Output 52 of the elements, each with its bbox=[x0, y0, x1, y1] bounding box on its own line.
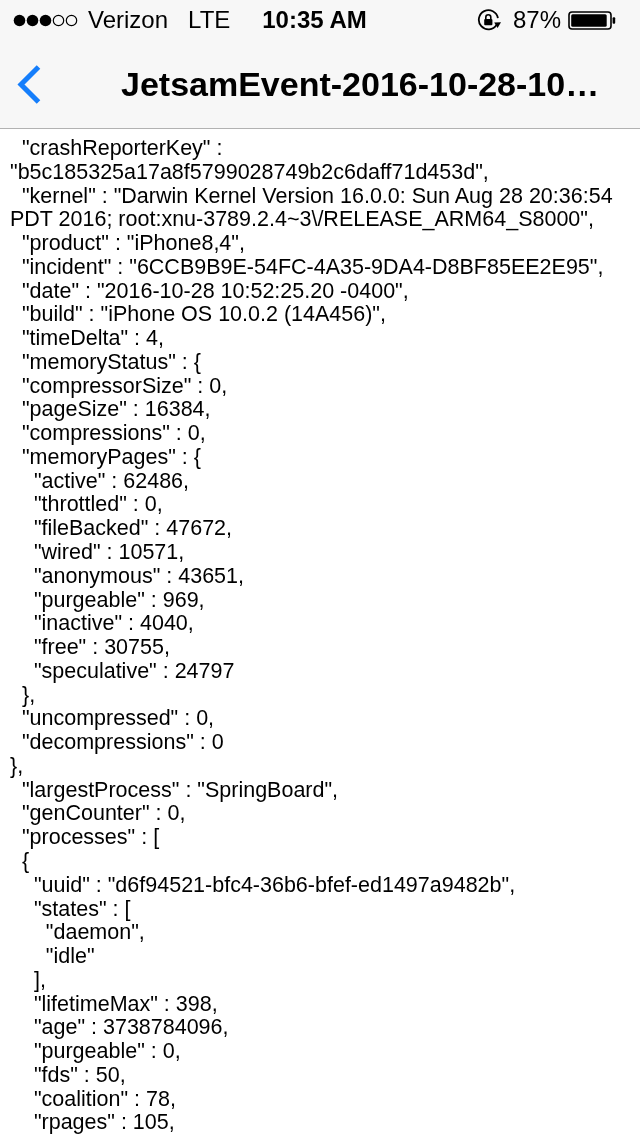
code-line: "coalition" : 78, bbox=[33, 1087, 176, 1112]
code-line: "product" : "iPhone8,4", bbox=[21, 232, 245, 256]
code-line: "compressions" : 0, bbox=[21, 422, 206, 446]
code-line: "rpages" : 105, bbox=[33, 1111, 175, 1136]
battery-percentage: 87% bbox=[512, 6, 561, 34]
code-line: "inactive" : 4040, bbox=[33, 612, 194, 637]
code-line: "uuid" : "d6f94521-bfc4-36b6-bfef-ed1497a9482b", bbox=[33, 873, 516, 898]
battery-icon bbox=[568, 10, 616, 30]
code-line: "compressorSize" : 0, bbox=[21, 374, 228, 399]
code-line: "b5c185325a17a8f5799028749b2c6daff71d453d", bbox=[10, 160, 489, 185]
code-line: "free" : 30755, bbox=[33, 636, 170, 660]
code-line: "purgeable" : 969, bbox=[33, 588, 205, 613]
code-line: "daemon", bbox=[45, 921, 145, 946]
code-line: "timeDelta" : 4, bbox=[21, 327, 164, 351]
network-type: LTE bbox=[188, 6, 231, 34]
code-line: { bbox=[21, 849, 30, 874]
code-line: "uncompressed" : 0, bbox=[21, 707, 215, 732]
status-time: 10:35 AM bbox=[262, 6, 367, 34]
code-line: "build" : "iPhone OS 10.0.2 (14A456)", bbox=[21, 303, 386, 328]
code-line: ], bbox=[33, 968, 46, 993]
code-line: "kernel" : "Darwin Kernel Version 16.0.0: Sun Aug 28 20:36:54 bbox=[21, 184, 613, 209]
code-line: "speculative" : 24797 bbox=[33, 659, 235, 684]
code-line: "largestProcess" : "SpringBoard", bbox=[21, 778, 339, 803]
code-line: }, bbox=[10, 754, 24, 779]
code-line: "decompressions" : 0 bbox=[21, 731, 224, 755]
code-line: "idle" bbox=[45, 945, 95, 969]
code-line: PDT 2016; root:xnu-3789.2.4~3\/RELEASE_ARM64_S8000", bbox=[10, 208, 594, 233]
code-line: "processes" : [ bbox=[21, 826, 160, 850]
code-line: "crashReporterKey" : bbox=[21, 137, 223, 161]
orientation-lock-icon bbox=[476, 9, 502, 31]
code-line: "memoryStatus" : { bbox=[21, 350, 201, 375]
code-line: "wired" : 10571, bbox=[33, 541, 185, 565]
code-line: "fileBacked" : 47672, bbox=[33, 517, 233, 541]
back-button[interactable] bbox=[16, 63, 42, 105]
code-line: "age" : 3738784096, bbox=[33, 1016, 229, 1041]
code-line: "lifetimeMax" : 398, bbox=[33, 992, 218, 1017]
carrier-name: Verizon bbox=[88, 6, 169, 34]
page-title: JetsamEvent-2016-10-28-10… bbox=[121, 64, 600, 104]
code-line: "genCounter" : 0, bbox=[21, 802, 186, 827]
code-line: "active" : 62486, bbox=[33, 469, 189, 494]
signal-strength-icon bbox=[13, 13, 78, 27]
code-line: }, bbox=[21, 683, 36, 708]
code-line: "throttled" : 0, bbox=[33, 493, 163, 518]
code-line: "pageSize" : 16384, bbox=[21, 398, 211, 423]
code-line: "anonymous" : 43651, bbox=[33, 564, 244, 589]
code-line: "states" : [ bbox=[33, 897, 131, 922]
chevron-left-icon bbox=[16, 63, 42, 105]
code-line: "fds" : 50, bbox=[33, 1063, 126, 1088]
code-line: "incident" : "6CCB9B9E-54FC-4A35-9DA4-D8BF85EE2E95", bbox=[21, 255, 604, 280]
code-line: "purgeable" : 0, bbox=[33, 1040, 181, 1064]
code-line: "memoryPages" : { bbox=[21, 445, 201, 470]
code-line: "date" : "2016-10-28 10:52:25.20 -0400", bbox=[21, 279, 409, 304]
